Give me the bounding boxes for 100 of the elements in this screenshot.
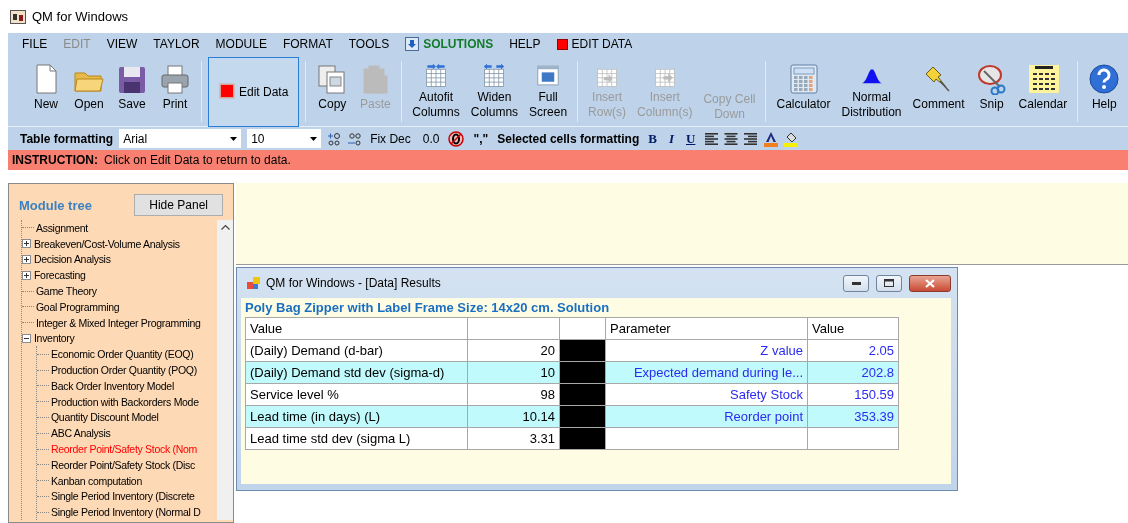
hide-panel-button[interactable]: Hide Panel	[134, 194, 223, 216]
download-icon	[405, 37, 420, 51]
scroll-up-icon[interactable]	[220, 224, 230, 230]
increase-decimal-icon[interactable]	[327, 131, 342, 146]
menu-item[interactable]: SOLUTIONS	[397, 37, 502, 51]
toolbar-button[interactable]: Calendar	[1014, 61, 1072, 122]
toolbar-button[interactable]: New	[26, 61, 66, 122]
tree-item[interactable]: Production with Backorders Mode	[51, 395, 199, 408]
minimize-button[interactable]	[843, 274, 869, 292]
no-zero-icon[interactable]	[448, 130, 465, 147]
toolbar-label: Table formatting	[20, 131, 114, 146]
menu-item[interactable]: HELP	[501, 37, 549, 51]
tree-item[interactable]: Quantity Discount Model	[51, 411, 159, 424]
expand-icon[interactable]	[22, 255, 31, 264]
tree-item[interactable]: Breakeven/Cost-Volume Analysis	[34, 237, 180, 250]
column-header: Value	[807, 317, 899, 340]
expand-icon[interactable]	[22, 270, 31, 280]
table-cell: Safety Stock	[605, 383, 808, 406]
tree-item[interactable]: Game Theory	[36, 285, 97, 298]
tree-item[interactable]: Back Order Inventory Model	[51, 379, 174, 392]
restore-icon	[884, 279, 894, 287]
underline-button[interactable]: U	[683, 130, 699, 147]
instruction-text: Click on Edit Data to return to data.	[104, 153, 291, 167]
printer-icon	[159, 63, 191, 95]
format-button[interactable]: 0.0	[419, 131, 443, 146]
menu-item[interactable]: EDIT DATA	[548, 37, 641, 51]
scrollbar[interactable]	[217, 220, 233, 520]
toolbar-button[interactable]: Widen Columns	[466, 61, 523, 122]
window-title: QM for Windows	[32, 9, 129, 24]
expand-icon[interactable]	[22, 239, 31, 249]
table-cell	[559, 317, 606, 340]
toolbar-button[interactable]: Help	[1084, 61, 1125, 122]
tree-item[interactable]: Decision Analysis	[34, 253, 111, 266]
table-cell: (Daily) Demand (d-bar)	[245, 339, 468, 362]
bold-button[interactable]: B	[645, 130, 660, 147]
fill-color-icon[interactable]	[784, 130, 799, 147]
tree-item[interactable]: Single Period Inventory (Normal D	[51, 506, 201, 519]
tree-item[interactable]: Economic Order Quantity (EOQ)	[51, 348, 194, 361]
table-cell: Service level %	[245, 383, 468, 406]
menu-item[interactable]: TOOLS	[340, 37, 398, 51]
caret-icon	[310, 136, 318, 141]
align-right-icon[interactable]	[744, 131, 759, 146]
toolbar-button[interactable]: Open	[69, 61, 109, 122]
align-left-icon[interactable]	[704, 131, 719, 146]
menu-item[interactable]: TAYLOR	[145, 37, 208, 51]
tree-item[interactable]: Integer & Mixed Integer Programming	[36, 316, 201, 329]
toolbar-button[interactable]: Copy	[312, 61, 353, 122]
toolbar-label: Selected cells formatting	[497, 131, 640, 146]
results-heading: Poly Bag Zipper with Label Frame Size: 14x20 cm. Solution	[245, 300, 611, 317]
toolbar-button[interactable]: Calculator	[772, 61, 835, 122]
toolbar-button[interactable]: Comment	[908, 61, 969, 122]
font-size-dropdown[interactable]: 10	[247, 129, 322, 148]
menu-item[interactable]: FILE	[14, 37, 56, 51]
table-cell: Lead time std dev (sigma L)	[245, 427, 468, 450]
italic-button[interactable]: I	[665, 130, 677, 147]
align-center-icon[interactable]	[724, 131, 739, 146]
font-dropdown[interactable]: Arial	[119, 129, 242, 148]
tree-item[interactable]: Assignment	[36, 221, 88, 234]
menu-item[interactable]: FORMAT	[274, 37, 341, 51]
toolbar-button[interactable]: Snip	[971, 61, 1012, 122]
close-button[interactable]	[909, 274, 951, 292]
toolbar-button[interactable]: Normal Distribution	[837, 61, 906, 122]
menu-item[interactable]: VIEW	[98, 37, 146, 51]
maximize-button[interactable]	[876, 274, 902, 292]
tree-item[interactable]: Production Order Quantity (POQ)	[51, 364, 197, 377]
collapse-icon[interactable]	[22, 333, 31, 343]
font-color-icon[interactable]	[764, 130, 779, 147]
tree-item[interactable]: Inventory	[34, 332, 75, 345]
toolbar-button[interactable]: Autofit Columns	[408, 61, 464, 122]
column-header: Value	[245, 317, 468, 340]
toolbar-button[interactable]: Print	[155, 61, 195, 122]
tree-item[interactable]: Single Period Inventory (Discrete	[51, 490, 195, 503]
edit-data-button[interactable]: Edit Data	[208, 57, 300, 127]
calculator-icon	[787, 63, 820, 95]
table-cell: Reorder point	[605, 405, 808, 428]
tree-item[interactable]: ABC Analysis	[51, 427, 111, 440]
calendar-icon	[1026, 63, 1059, 95]
panel-title: Module tree	[19, 197, 92, 213]
format-button[interactable]: Fix Dec	[367, 131, 414, 146]
decrease-decimal-icon[interactable]	[347, 131, 362, 146]
window-title: QM for Windows - [Data] Results	[266, 276, 442, 290]
close-icon	[925, 278, 935, 288]
table-cell: Expected demand during le...	[605, 361, 808, 384]
square-icon	[219, 83, 235, 99]
tree-item[interactable]: Kanban computation	[51, 474, 142, 487]
tree-item[interactable]: Forecasting	[34, 269, 86, 282]
table-cell: Z value	[605, 339, 808, 362]
instruction-label: INSTRUCTION:	[12, 153, 98, 167]
toolbar-button[interactable]: Save	[112, 61, 152, 122]
format-button[interactable]: ","	[470, 131, 492, 146]
app-icon	[10, 9, 26, 24]
minimize-icon	[851, 281, 861, 285]
column-header: Parameter	[605, 317, 808, 340]
tree-item[interactable]: Reorder Point/Safety Stock (Disc	[51, 458, 195, 471]
tree-item[interactable]: Goal Programming	[36, 300, 120, 313]
toolbar-button[interactable]: Full Screen	[525, 61, 572, 122]
table-cell: Lead time (in days) (L)	[245, 405, 468, 428]
caret-icon	[230, 136, 238, 141]
menu-item[interactable]: MODULE	[207, 37, 275, 51]
window-icon	[247, 276, 261, 290]
